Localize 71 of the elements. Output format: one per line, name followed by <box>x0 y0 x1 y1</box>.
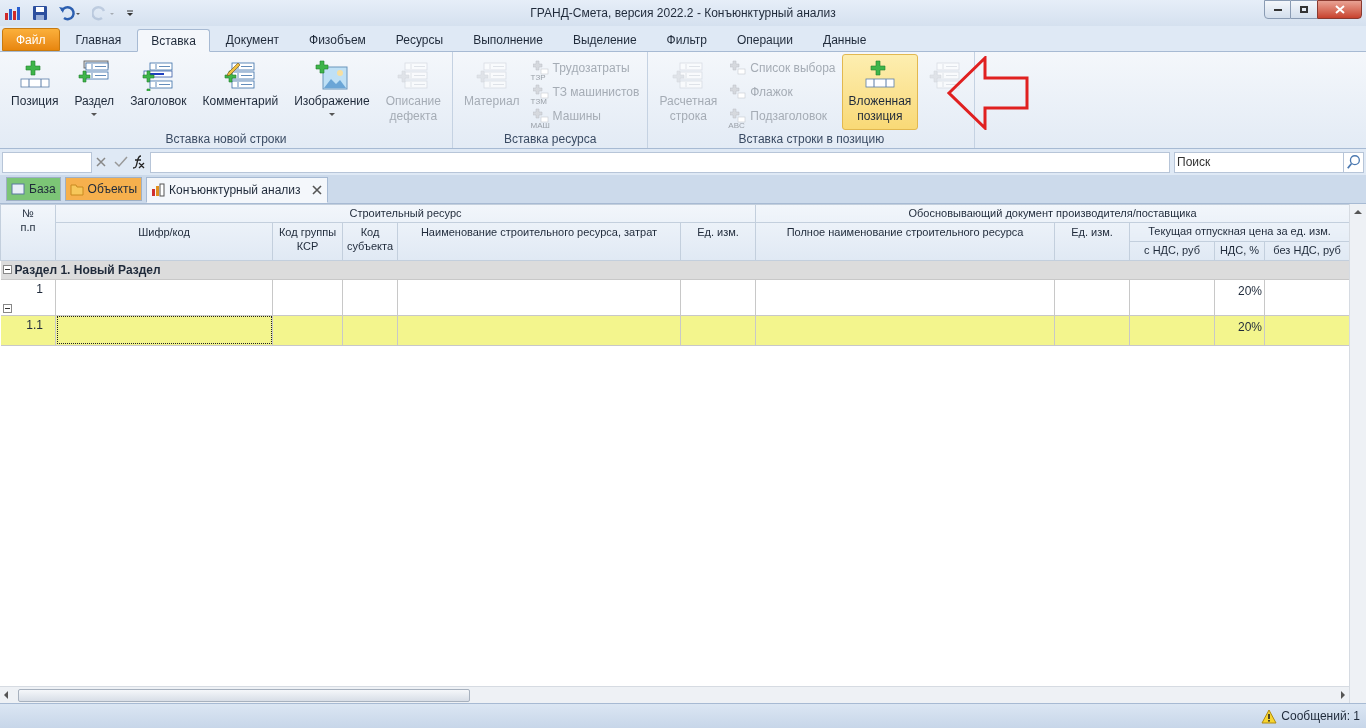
row-number: 1 <box>36 281 43 296</box>
column-header: Ед. изм. <box>1054 222 1130 260</box>
ribbon-tab[interactable]: Физобъем <box>295 28 380 51</box>
close-icon <box>1334 5 1345 14</box>
formula-field[interactable] <box>150 151 1170 173</box>
save-icon[interactable] <box>32 5 48 21</box>
insert-row-icon <box>313 59 350 91</box>
window-title: ГРАНД-Смета, версия 2022.2 - Конъюнктурный анализ <box>529 5 837 22</box>
document-tab[interactable]: База <box>6 177 61 201</box>
plus-row-icon <box>730 84 747 100</box>
ribbon-button[interactable]: Вложенная позиция <box>841 54 919 130</box>
ribbon-tab[interactable]: Выделение <box>559 28 651 51</box>
caret-icon <box>91 113 98 116</box>
tab-icon <box>11 182 25 196</box>
ribbon-group-title: Вставка строки в позицию <box>737 131 886 148</box>
ribbon-tab[interactable]: Главная <box>61 28 136 51</box>
app-logo-icon <box>4 5 22 21</box>
ribbon-group-title: Вставка ресурса <box>502 131 598 148</box>
ribbon-tab[interactable]: Данные <box>809 28 881 51</box>
column-group-header: Обосновывающий документ производителя/поставщика <box>755 204 1350 222</box>
tab-icon <box>69 182 84 196</box>
close-icon[interactable] <box>310 184 323 196</box>
customize-toolbar-icon[interactable] <box>126 8 134 18</box>
table-cell: 20% <box>1238 283 1263 298</box>
search-button[interactable] <box>1344 151 1364 173</box>
column-header: Ед. изм. <box>680 222 756 260</box>
column-header: Полное наименование строительного ресурса <box>755 222 1055 260</box>
table-cell: 20% <box>1238 319 1263 334</box>
check-icon[interactable] <box>114 156 128 168</box>
column-header: НДС, % <box>1214 241 1265 260</box>
warning-icon <box>1261 708 1278 724</box>
document-tab[interactable]: Объекты <box>64 177 143 201</box>
column-header: Шифр/код <box>55 222 273 260</box>
undo-icon[interactable] <box>58 5 82 21</box>
column-header: Код субъекта <box>342 222 398 260</box>
collapse-toggle[interactable] <box>2 265 12 274</box>
messages-count[interactable]: Сообщений: 1 <box>1281 707 1360 725</box>
document-tab[interactable]: Конъюнктурный анализ <box>146 177 328 203</box>
plus-row-icon <box>730 60 747 76</box>
column-group-header: Строительный ресурс <box>55 204 756 222</box>
ribbon-tab[interactable]: Операции <box>722 28 808 51</box>
ribbon-group-title: Вставка новой строки <box>164 131 288 148</box>
function-icon[interactable] <box>132 155 146 169</box>
ribbon-button[interactable]: Комментарий <box>195 54 286 130</box>
section-title: Раздел 1. Новый Раздел <box>14 261 161 279</box>
column-header: № п.п <box>0 204 56 260</box>
ribbon-button[interactable]: Изображение <box>287 54 377 130</box>
redo-icon <box>92 5 116 21</box>
ribbon-tab[interactable]: Выполнение <box>459 28 557 51</box>
ribbon-tab[interactable]: Вставка <box>137 29 210 52</box>
column-header: с НДС, руб <box>1129 241 1215 260</box>
ribbon-button[interactable]: Заголовок <box>123 54 194 130</box>
insert-row-icon <box>473 59 510 91</box>
ribbon-tab[interactable]: Фильтр <box>652 28 721 51</box>
minimize-button[interactable] <box>1264 0 1291 19</box>
ribbon-button[interactable]: Раздел <box>67 54 122 130</box>
vertical-scrollbar[interactable] <box>1349 204 1366 703</box>
horizontal-scrollbar[interactable] <box>0 686 1349 703</box>
tab-icon <box>151 183 166 197</box>
ribbon-tab[interactable]: Документ <box>211 28 294 51</box>
search-icon <box>1345 154 1362 170</box>
ribbon-tab[interactable]: Ресурсы <box>381 28 458 51</box>
ribbon-button[interactable]: Позиция <box>4 54 66 130</box>
search-field[interactable]: Поиск <box>1174 151 1344 173</box>
column-header: Код группы КСР <box>272 222 343 260</box>
restore-button[interactable] <box>1291 0 1317 19</box>
collapse-toggle[interactable] <box>2 303 12 313</box>
close-button[interactable] <box>1317 0 1362 19</box>
column-header: Наименование строительного ресурса, затрат <box>397 222 681 260</box>
caret-icon <box>328 113 335 116</box>
row-number: 1.1 <box>26 317 43 332</box>
